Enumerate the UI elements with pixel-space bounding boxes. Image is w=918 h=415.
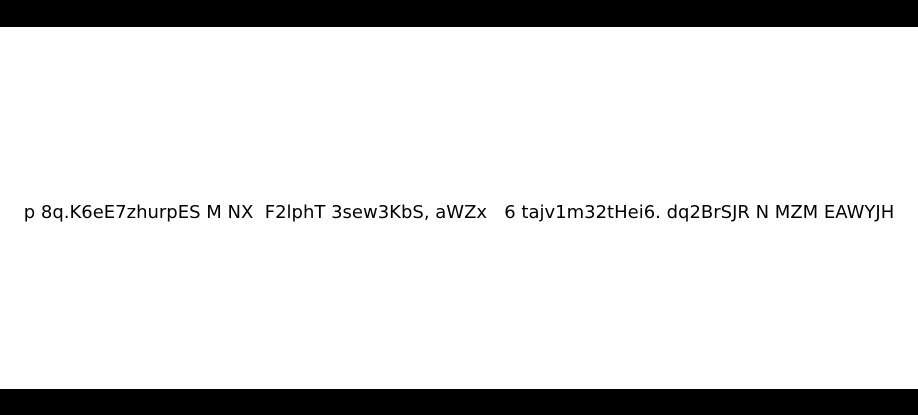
body-text-line: p 8q.K6eE7zhurpES M NX F2lphT 3sew3KbS, … — [23, 202, 895, 223]
bottom-letterbox-bar — [0, 389, 918, 415]
top-letterbox-bar — [0, 0, 918, 27]
content-area: p 8q.K6eE7zhurpES M NX F2lphT 3sew3KbS, … — [0, 27, 918, 389]
